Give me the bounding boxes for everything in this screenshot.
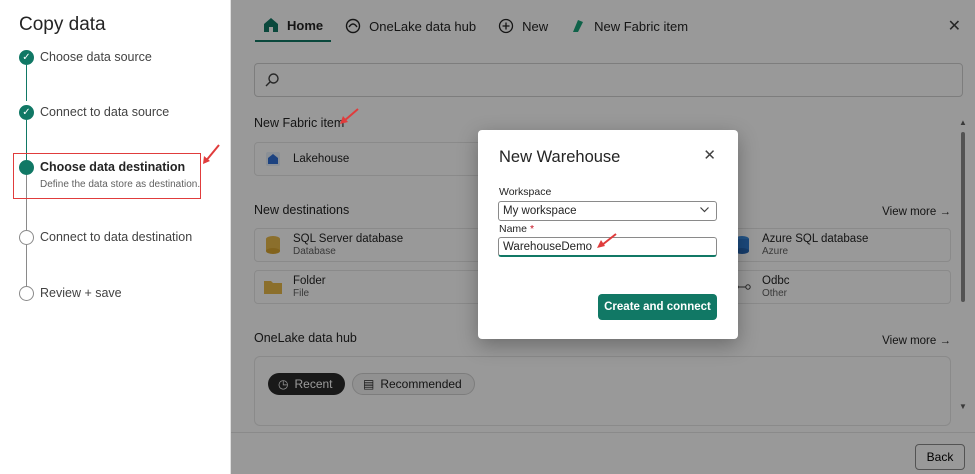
workspace-label: Workspace	[499, 186, 552, 198]
step-review-save: Review + save	[19, 286, 122, 301]
create-and-connect-button[interactable]: Create and connect	[598, 294, 717, 320]
step-label: Choose data source	[40, 50, 152, 64]
step-label: Review + save	[40, 286, 122, 300]
dialog-title: New Warehouse	[499, 148, 621, 166]
step-connect-source: ✓ Connect to data source	[19, 105, 169, 120]
pending-step-icon	[19, 230, 34, 245]
wizard-panel: Copy data ✓ Choose data source ✓ Connect…	[0, 0, 231, 474]
name-label: Name *	[499, 223, 535, 235]
step-label: Connect to data source	[40, 105, 170, 119]
required-marker: *	[529, 223, 535, 235]
chevron-down-icon	[699, 204, 710, 218]
wizard-title: Copy data	[19, 14, 106, 35]
step-label: Connect to data destination	[40, 230, 193, 244]
step-connector	[26, 65, 27, 101]
annotation-arrow	[203, 144, 220, 164]
annotation-highlight-box	[13, 153, 201, 199]
pending-step-icon	[19, 286, 34, 301]
annotation-arrow	[340, 108, 359, 124]
annotation-arrow	[597, 233, 617, 248]
close-icon[interactable]: ✕	[703, 146, 716, 164]
workspace-dropdown[interactable]: My workspace	[498, 201, 717, 221]
checkmark-icon: ✓	[19, 105, 34, 120]
step-connector	[26, 245, 27, 287]
checkmark-icon: ✓	[19, 50, 34, 65]
step-choose-source: ✓ Choose data source	[19, 50, 152, 65]
step-connect-destination: Connect to data destination	[19, 230, 192, 245]
